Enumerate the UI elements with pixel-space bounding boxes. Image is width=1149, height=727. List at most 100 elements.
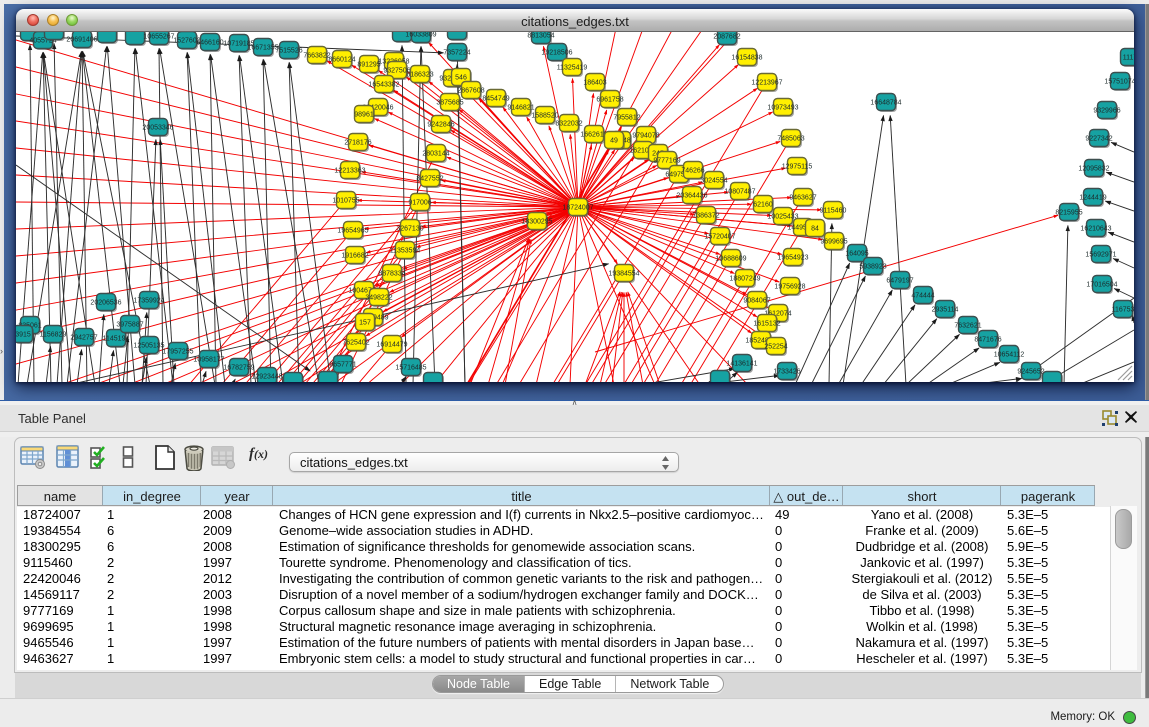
svg-text:12505135: 12505135 bbox=[133, 343, 164, 350]
svg-text:7663822: 7663822 bbox=[303, 53, 330, 60]
svg-text:3267130: 3267130 bbox=[396, 226, 423, 233]
svg-text:9794078: 9794078 bbox=[632, 133, 659, 140]
svg-text:12095832: 12095832 bbox=[1078, 166, 1109, 173]
svg-text:746266: 746266 bbox=[681, 168, 704, 175]
svg-text:10958177: 10958177 bbox=[193, 357, 224, 364]
svg-text:1145194: 1145194 bbox=[103, 336, 130, 343]
svg-text:164095: 164095 bbox=[845, 251, 868, 258]
svg-text:8322032: 8322032 bbox=[555, 121, 582, 128]
svg-text:19218506: 19218506 bbox=[541, 50, 572, 57]
svg-text:3498222: 3498222 bbox=[365, 295, 392, 302]
svg-text:20053346: 20053346 bbox=[142, 125, 173, 132]
svg-text:1156829: 1156829 bbox=[40, 332, 67, 339]
svg-text:1733426: 1733426 bbox=[773, 369, 800, 376]
svg-text:9463627: 9463627 bbox=[789, 195, 816, 202]
svg-text:7386372: 7386372 bbox=[692, 213, 719, 220]
svg-text:16782759: 16782759 bbox=[223, 365, 254, 372]
svg-text:10973493: 10973493 bbox=[767, 105, 798, 112]
svg-text:5938923: 5938923 bbox=[859, 264, 886, 271]
svg-text:16210643: 16210643 bbox=[1080, 226, 1111, 233]
svg-text:157: 157 bbox=[359, 320, 371, 327]
svg-text:1117: 1117 bbox=[1123, 55, 1134, 62]
svg-text:16543382: 16543382 bbox=[368, 82, 399, 89]
svg-text:3975887: 3975887 bbox=[116, 322, 143, 329]
svg-text:8454749: 8454749 bbox=[482, 96, 509, 103]
svg-text:12213967: 12213967 bbox=[751, 80, 782, 87]
svg-text:2867608: 2867608 bbox=[457, 88, 484, 95]
svg-text:3875685: 3875685 bbox=[436, 100, 463, 107]
svg-text:12975115: 12975115 bbox=[782, 164, 813, 171]
svg-text:8427552: 8427552 bbox=[416, 176, 443, 183]
svg-text:1662615: 1662615 bbox=[580, 132, 607, 139]
svg-text:6961758: 6961758 bbox=[596, 97, 623, 104]
svg-text:2087682: 2087682 bbox=[713, 34, 740, 41]
svg-text:15751074: 15751074 bbox=[1104, 79, 1134, 86]
svg-text:9115460: 9115460 bbox=[820, 208, 847, 215]
svg-text:186403: 186403 bbox=[583, 80, 606, 87]
svg-text:20206536: 20206536 bbox=[90, 300, 121, 307]
svg-text:6479197: 6479197 bbox=[886, 278, 913, 285]
svg-text:6466160: 6466160 bbox=[196, 40, 223, 47]
svg-text:7515526: 7515526 bbox=[275, 48, 302, 55]
svg-text:9146821: 9146821 bbox=[507, 105, 534, 112]
svg-text:16033809: 16033809 bbox=[405, 32, 436, 39]
svg-text:49: 49 bbox=[610, 138, 618, 145]
svg-text:474444: 474444 bbox=[911, 293, 934, 300]
svg-text:10688609: 10688609 bbox=[715, 256, 746, 263]
svg-text:546: 546 bbox=[455, 75, 467, 82]
svg-text:1615132: 1615132 bbox=[753, 321, 780, 328]
svg-text:19384554: 19384554 bbox=[608, 271, 639, 278]
svg-text:2718176: 2718176 bbox=[344, 140, 371, 147]
svg-text:917006: 917006 bbox=[408, 200, 431, 207]
svg-text:8660124: 8660124 bbox=[328, 57, 355, 64]
svg-text:10654112: 10654112 bbox=[994, 352, 1025, 359]
svg-text:18807249: 18807249 bbox=[729, 276, 760, 283]
svg-text:3024554: 3024554 bbox=[700, 178, 727, 185]
svg-text:8878334: 8878334 bbox=[378, 271, 405, 278]
svg-text:7955812: 7955812 bbox=[613, 115, 640, 122]
svg-text:10655267: 10655267 bbox=[143, 34, 174, 41]
svg-text:15692971: 15692971 bbox=[1085, 252, 1116, 259]
svg-text:9699695: 9699695 bbox=[820, 239, 847, 246]
svg-text:9084067: 9084067 bbox=[743, 298, 770, 305]
svg-text:98961: 98961 bbox=[354, 112, 374, 119]
svg-text:11353594: 11353594 bbox=[390, 248, 421, 255]
svg-text:8813054: 8813054 bbox=[527, 33, 554, 40]
svg-text:14136141: 14136141 bbox=[726, 361, 757, 368]
svg-text:1244419: 1244419 bbox=[1079, 195, 1106, 202]
svg-text:9657771: 9657771 bbox=[329, 362, 356, 369]
svg-text:1916682: 1916682 bbox=[341, 253, 368, 260]
svg-text:17359924: 17359924 bbox=[133, 298, 164, 305]
svg-text:2942757: 2942757 bbox=[70, 335, 97, 342]
svg-text:84: 84 bbox=[811, 226, 819, 233]
svg-text:15716485: 15716485 bbox=[395, 365, 426, 372]
svg-text:7625402: 7625402 bbox=[342, 340, 369, 347]
svg-text:2935114: 2935114 bbox=[932, 307, 959, 314]
svg-text:16648784: 16648784 bbox=[870, 100, 901, 107]
svg-text:8186323: 8186323 bbox=[406, 72, 433, 79]
svg-text:16914479: 16914479 bbox=[376, 342, 407, 349]
svg-text:12213363: 12213363 bbox=[334, 168, 365, 175]
svg-text:20364436: 20364436 bbox=[676, 193, 707, 200]
svg-text:19654965: 19654965 bbox=[337, 228, 368, 235]
svg-text:7632621: 7632621 bbox=[954, 323, 981, 330]
svg-text:9245652: 9245652 bbox=[1017, 369, 1044, 376]
svg-text:10807487: 10807487 bbox=[724, 189, 755, 196]
svg-text:19756928: 19756928 bbox=[774, 284, 805, 291]
svg-text:9329966: 9329966 bbox=[1093, 108, 1120, 115]
svg-text:17016504: 17016504 bbox=[1086, 282, 1117, 289]
svg-text:20691406: 20691406 bbox=[66, 37, 97, 44]
svg-text:7485063: 7485063 bbox=[777, 136, 804, 143]
svg-text:891295: 891295 bbox=[357, 62, 380, 69]
svg-text:3915: 3915 bbox=[16, 332, 31, 339]
svg-text:15720407: 15720407 bbox=[704, 234, 735, 241]
svg-text:2803144: 2803144 bbox=[422, 151, 449, 158]
svg-text:9777169: 9777169 bbox=[653, 158, 680, 165]
svg-text:8471676: 8471676 bbox=[974, 337, 1001, 344]
svg-text:19654923: 19654923 bbox=[777, 255, 808, 262]
svg-text:62160: 62160 bbox=[753, 202, 773, 209]
svg-text:252254: 252254 bbox=[764, 344, 787, 351]
svg-text:9242846: 9242846 bbox=[427, 122, 454, 129]
svg-text:12923448: 12923448 bbox=[251, 374, 282, 381]
svg-text:18724007: 18724007 bbox=[562, 205, 593, 212]
